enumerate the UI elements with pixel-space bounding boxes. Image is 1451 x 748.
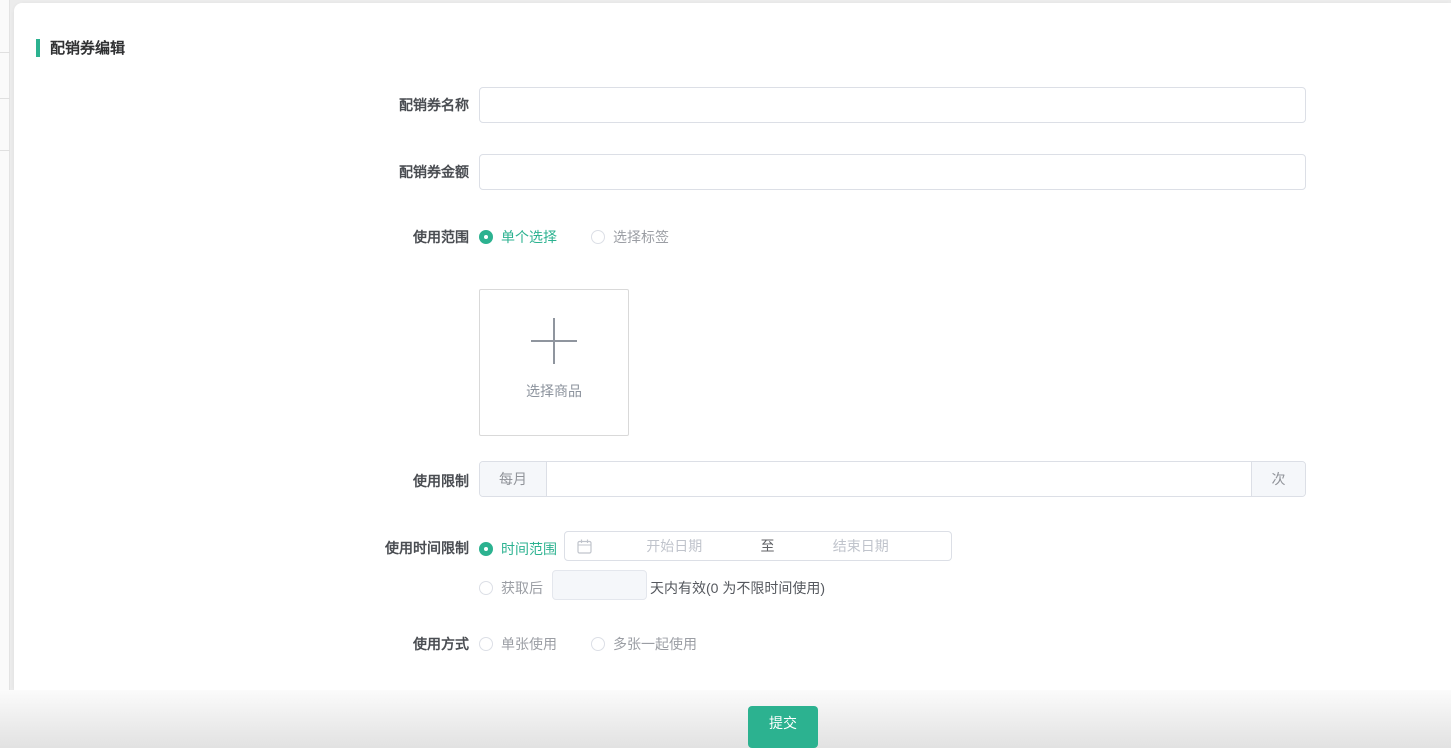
valid-days-input[interactable] bbox=[552, 570, 647, 600]
coupon-amount-input[interactable] bbox=[479, 154, 1306, 190]
radio-selected-icon bbox=[479, 542, 493, 556]
usage-limit-input[interactable] bbox=[547, 462, 1251, 496]
coupon-amount-label: 配销券金额 bbox=[214, 162, 469, 182]
radio-option-label: 单个选择 bbox=[501, 227, 557, 247]
sidebar-divider bbox=[0, 150, 10, 151]
usage-scope-radio-group: 单个选择 选择标签 bbox=[479, 227, 669, 247]
valid-days-note: 天内有效(0 为不限时间使用) bbox=[650, 578, 825, 598]
page-title-text: 配销券编辑 bbox=[50, 37, 125, 58]
usage-scope-label: 使用范围 bbox=[214, 227, 469, 247]
title-accent-bar bbox=[36, 39, 40, 57]
usage-method-radio-group: 单张使用 多张一起使用 bbox=[479, 634, 697, 654]
sidebar-divider bbox=[0, 52, 10, 53]
date-range-separator: 至 bbox=[753, 536, 783, 556]
radio-single-select[interactable]: 单个选择 bbox=[479, 227, 557, 247]
sidebar-divider bbox=[0, 98, 10, 99]
coupon-name-input[interactable] bbox=[479, 87, 1306, 123]
radio-option-label: 时间范围 bbox=[501, 539, 557, 559]
collapsed-sidebar-edge bbox=[0, 0, 10, 748]
radio-selected-icon bbox=[479, 230, 493, 244]
date-range-picker[interactable]: 至 bbox=[564, 531, 952, 561]
usage-limit-prefix: 每月 bbox=[480, 462, 547, 496]
usage-limit-suffix: 次 bbox=[1251, 462, 1305, 496]
usage-method-label: 使用方式 bbox=[214, 634, 469, 654]
select-goods-label: 选择商品 bbox=[526, 381, 582, 401]
radio-option-label: 多张一起使用 bbox=[613, 634, 697, 654]
coupon-name-label: 配销券名称 bbox=[214, 95, 469, 115]
radio-unselected-icon bbox=[479, 637, 493, 651]
submit-button[interactable]: 提交 bbox=[748, 706, 818, 748]
radio-unselected-icon bbox=[479, 581, 493, 595]
radio-unselected-icon bbox=[591, 230, 605, 244]
usage-limit-label: 使用限制 bbox=[214, 471, 469, 491]
end-date-input[interactable] bbox=[783, 538, 940, 554]
radio-after-acquire[interactable]: 获取后 bbox=[479, 578, 543, 598]
usage-limit-input-group: 每月 次 bbox=[479, 461, 1306, 497]
page-title: 配销券编辑 bbox=[36, 37, 125, 58]
radio-option-label: 选择标签 bbox=[613, 227, 669, 247]
calendar-icon bbox=[577, 539, 592, 554]
radio-select-tag[interactable]: 选择标签 bbox=[591, 227, 669, 247]
start-date-input[interactable] bbox=[596, 538, 753, 554]
radio-time-range[interactable]: 时间范围 bbox=[479, 539, 557, 559]
plus-icon bbox=[531, 318, 577, 367]
radio-option-label: 获取后 bbox=[501, 578, 543, 598]
footer-zone bbox=[0, 690, 1451, 748]
radio-multi-use[interactable]: 多张一起使用 bbox=[591, 634, 697, 654]
radio-option-label: 单张使用 bbox=[501, 634, 557, 654]
time-limit-label: 使用时间限制 bbox=[214, 538, 469, 558]
coupon-edit-card: 配销券编辑 配销券名称 配销券金额 使用范围 单个选择 选择标签 选择商品 使用… bbox=[14, 3, 1451, 690]
radio-unselected-icon bbox=[591, 637, 605, 651]
days-valid-radio-row: 获取后 bbox=[479, 578, 543, 598]
radio-single-use[interactable]: 单张使用 bbox=[479, 634, 557, 654]
select-goods-picker[interactable]: 选择商品 bbox=[479, 289, 629, 436]
time-range-radio-row: 时间范围 bbox=[479, 539, 557, 559]
